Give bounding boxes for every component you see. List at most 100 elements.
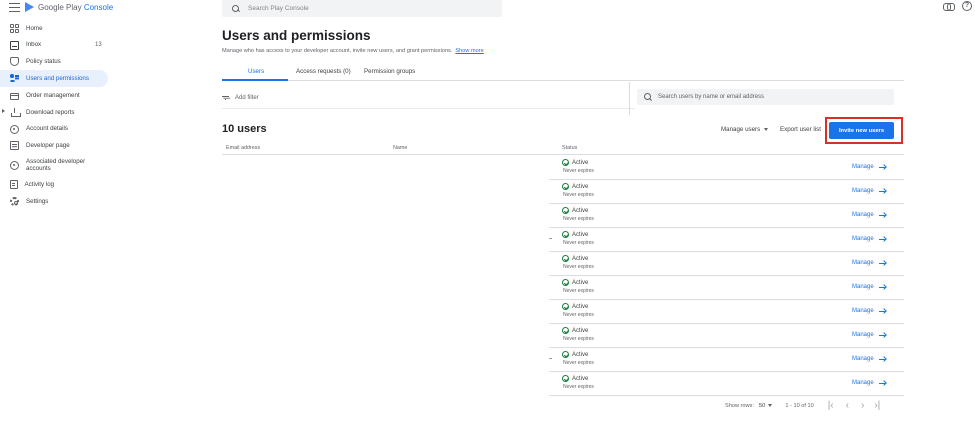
manage-user-button[interactable]: Manage — [852, 212, 886, 218]
check-circle-icon — [562, 231, 569, 238]
export-user-list-button[interactable]: Export user list — [780, 126, 821, 133]
sidebar-item-account-details[interactable]: Account details — [0, 121, 112, 138]
download-icon — [10, 107, 21, 117]
add-filter-label: Add filter — [235, 95, 259, 101]
users-count-title: 10 users — [222, 123, 267, 135]
search-icon — [232, 4, 240, 13]
users-table-body: Active Never expires Manage Active Never… — [549, 156, 904, 396]
column-header-status[interactable]: Status — [562, 145, 577, 151]
arrow-right-icon — [878, 165, 886, 170]
expiry-text: Never expires — [563, 191, 594, 198]
check-circle-icon — [562, 207, 569, 214]
expiry-text: Never expires — [563, 167, 594, 174]
status-text: Active — [572, 183, 589, 190]
filter-divider — [629, 82, 630, 115]
sidebar-item-developer-page[interactable]: Developer page — [0, 138, 112, 155]
status-cell: Active Never expires — [562, 375, 594, 390]
arrow-right-icon — [878, 237, 886, 242]
invite-new-users-button[interactable]: Invite new users — [829, 122, 894, 139]
last-page-icon[interactable]: ›| — [874, 400, 880, 411]
help-icon[interactable]: ? — [962, 1, 972, 11]
sidebar-item-home[interactable]: Home — [0, 20, 112, 37]
table-row[interactable]: Active Never expires Manage — [549, 252, 904, 276]
status-text: Active — [572, 207, 589, 214]
sidebar-item-label: Home — [26, 24, 43, 32]
rows-per-page-select[interactable]: 50 — [759, 403, 773, 409]
status-cell: Active Never expires — [562, 303, 594, 318]
table-row[interactable]: Active Never expires Manage — [549, 348, 904, 372]
check-circle-icon — [562, 351, 569, 358]
arrow-right-icon — [878, 189, 886, 194]
filter-icon — [222, 95, 229, 101]
column-header-name[interactable]: Name — [393, 145, 407, 151]
add-filter-button[interactable]: Add filter — [222, 95, 259, 101]
arrow-right-icon — [878, 333, 886, 338]
status-text: Active — [572, 327, 589, 334]
previous-page-icon[interactable]: ‹ — [846, 400, 849, 411]
tab-users[interactable]: Users — [248, 68, 264, 75]
tab-permission-groups[interactable]: Permission groups — [364, 68, 415, 75]
sidebar-item-policy-status[interactable]: Policy status — [0, 54, 112, 71]
arrow-right-icon — [878, 285, 886, 290]
table-row[interactable]: Active Never expires Manage — [549, 204, 904, 228]
manage-users-label: Manage users — [721, 126, 761, 133]
column-header-email[interactable]: Email address — [226, 145, 260, 151]
table-row[interactable]: Active Never expires Manage — [549, 180, 904, 204]
sidebar-item-users-and-permissions[interactable]: Users and permissions — [0, 70, 108, 88]
check-circle-icon — [562, 255, 569, 262]
dropdown-caret-icon — [768, 404, 773, 407]
manage-label: Manage — [852, 164, 874, 170]
associated-accounts-icon — [10, 160, 19, 170]
play-console-logo[interactable]: Google Play Console — [25, 2, 113, 12]
expiry-text: Never expires — [563, 287, 594, 294]
home-grid-icon — [10, 23, 19, 33]
sidebar-item-associated-developer-accounts[interactable]: Associated developer accounts — [0, 154, 112, 176]
manage-user-button[interactable]: Manage — [852, 284, 886, 290]
sidebar-item-label: Associated developer accounts — [26, 157, 86, 173]
manage-label: Manage — [852, 188, 874, 194]
manage-user-button[interactable]: Manage — [852, 308, 886, 314]
manage-label: Manage — [852, 284, 874, 290]
manage-label: Manage — [852, 332, 874, 338]
show-more-link[interactable]: Show more — [455, 48, 483, 54]
manage-user-button[interactable]: Manage — [852, 356, 886, 362]
manage-label: Manage — [852, 308, 874, 314]
sidebar-item-label: Policy status — [26, 58, 61, 66]
manage-user-button[interactable]: Manage — [852, 332, 886, 338]
check-circle-icon — [562, 279, 569, 286]
table-row[interactable]: Active Never expires Manage — [549, 324, 904, 348]
global-search-input[interactable]: Search Play Console — [222, 0, 502, 17]
expiry-text: Never expires — [563, 335, 594, 342]
dropdown-caret-icon — [764, 128, 769, 131]
sidebar-item-inbox[interactable]: Inbox 13 — [0, 37, 112, 54]
status-cell: Active Never expires — [562, 327, 594, 342]
table-row[interactable]: Active Never expires Manage — [549, 372, 904, 396]
expand-arrow-icon[interactable] — [2, 108, 5, 113]
sidebar-item-order-management[interactable]: Order management — [0, 87, 112, 104]
manage-user-button[interactable]: Manage — [852, 236, 886, 242]
manage-label: Manage — [852, 380, 874, 386]
sidebar-item-download-reports[interactable]: Download reports — [0, 104, 112, 121]
status-cell: Active Never expires — [562, 351, 594, 366]
sidebar-item-settings[interactable]: Settings — [0, 193, 112, 210]
first-page-icon[interactable]: |‹ — [828, 400, 834, 411]
activity-log-icon — [10, 180, 18, 190]
table-row[interactable]: Active Never expires Manage — [549, 228, 904, 252]
menu-icon[interactable] — [9, 3, 20, 12]
tab-access-requests[interactable]: Access requests (0) — [296, 68, 351, 75]
sidebar-item-activity-log[interactable]: Activity log — [0, 176, 112, 193]
account-icon — [10, 124, 19, 134]
table-row[interactable]: Active Never expires Manage — [549, 300, 904, 324]
manage-user-button[interactable]: Manage — [852, 380, 886, 386]
manage-user-button[interactable]: Manage — [852, 188, 886, 194]
link-icon[interactable] — [943, 3, 955, 11]
manage-users-dropdown[interactable]: Manage users — [721, 126, 769, 133]
check-circle-icon — [562, 375, 569, 382]
table-row[interactable]: Active Never expires Manage — [549, 156, 904, 180]
next-page-icon[interactable]: › — [861, 400, 864, 411]
user-search-input[interactable]: Search users by name or email address — [637, 89, 894, 105]
search-icon — [644, 93, 652, 101]
table-row[interactable]: Active Never expires Manage — [549, 276, 904, 300]
manage-user-button[interactable]: Manage — [852, 164, 886, 170]
manage-user-button[interactable]: Manage — [852, 260, 886, 266]
